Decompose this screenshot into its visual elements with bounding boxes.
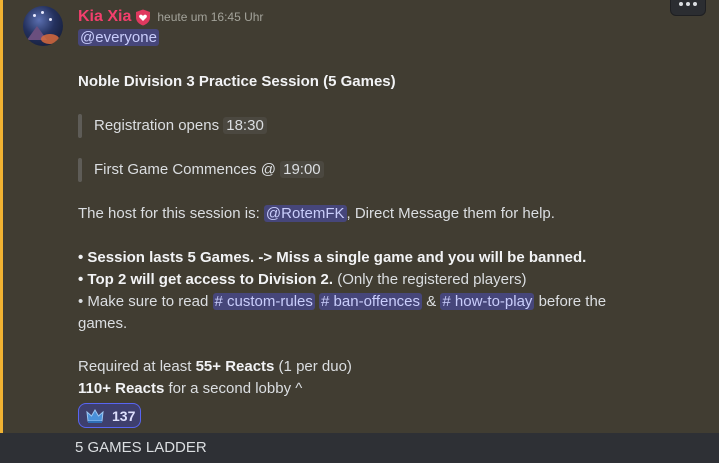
crown-emoji-icon xyxy=(86,408,104,423)
bullet-line: • Session lasts 5 Games. -> Miss a singl… xyxy=(78,247,586,269)
timestamp: heute um 16:45 Uhr xyxy=(157,10,264,24)
lobby-suffix: for a second lobby ^ xyxy=(164,380,303,397)
everyone-line: @everyone xyxy=(78,27,159,49)
quote-registration: Registration opens 18:30 xyxy=(94,115,267,137)
dot-icon xyxy=(686,2,690,6)
required-line: Required at least 55+ Reacts (1 per duo) xyxy=(78,356,352,378)
dot-icon xyxy=(679,2,683,6)
required-count: 55+ Reacts xyxy=(195,358,275,375)
message-header: Kia Xia heute um 16:45 Uhr xyxy=(78,7,263,27)
host-suffix: , Direct Message them for help. xyxy=(346,205,555,222)
bullet-text-wrap: games. xyxy=(78,315,128,332)
bullet-note: (Only the registered players) xyxy=(333,271,527,288)
quote-bar xyxy=(78,158,82,182)
next-message-text: 5 GAMES LADDER xyxy=(75,439,207,456)
reaction-count: 137 xyxy=(112,407,136,424)
ampersand: & xyxy=(426,293,437,310)
time-code: 18:30 xyxy=(223,117,267,134)
bullet-text: Make sure to read xyxy=(87,293,209,310)
next-message: 5 GAMES LADDER xyxy=(0,433,719,463)
lobby-count: 110+ Reacts xyxy=(78,380,165,397)
bullet-text: Session lasts 5 Games. -> Miss a single … xyxy=(87,249,587,266)
quote-bar xyxy=(78,114,82,138)
lobby-line: 110+ Reacts for a second lobby ^ xyxy=(78,378,302,400)
host-line: The host for this session is: @RotemFK, … xyxy=(78,203,555,225)
channel-ban-offences[interactable]: # ban-offences xyxy=(319,293,423,310)
quote-text: Registration opens xyxy=(94,117,220,134)
required-suffix: (1 per duo) xyxy=(274,358,352,375)
channel-how-to-play[interactable]: # how-to-play xyxy=(440,293,535,310)
message-highlighted: Kia Xia heute um 16:45 Uhr @everyone Nob… xyxy=(0,0,719,433)
message-title: Noble Division 3 Practice Session (5 Gam… xyxy=(78,73,396,90)
avatar[interactable] xyxy=(23,6,63,46)
host-prefix: The host for this session is: xyxy=(78,205,260,222)
channel-custom-rules[interactable]: # custom-rules xyxy=(212,293,315,310)
reaction-button[interactable]: 137 xyxy=(78,403,141,428)
bullet: • xyxy=(78,271,88,288)
mention-everyone[interactable]: @everyone xyxy=(78,29,159,46)
quote-text: First Game Commences @ xyxy=(94,161,276,178)
required-prefix: Required at least xyxy=(78,358,196,375)
more-options-button[interactable] xyxy=(670,0,706,16)
mention-host[interactable]: @RotemFK xyxy=(263,205,347,222)
dot-icon xyxy=(693,2,697,6)
bullet-line: • Make sure to read # custom-rules # ban… xyxy=(78,291,606,313)
quote-first-game: First Game Commences @ 19:00 xyxy=(94,159,324,181)
bullet-text-end: before the xyxy=(538,293,607,310)
time-code: 19:00 xyxy=(280,161,324,178)
bullet-text: Top 2 will get access to Division 2. xyxy=(87,271,334,288)
bullet: • xyxy=(78,249,88,266)
username[interactable]: Kia Xia xyxy=(78,8,131,26)
bullet-line: • Top 2 will get access to Division 2. (… xyxy=(78,269,526,291)
shield-heart-icon[interactable] xyxy=(135,9,151,26)
bullet-wrap: games. xyxy=(78,313,127,335)
title-line: Noble Division 3 Practice Session (5 Gam… xyxy=(78,71,396,93)
bullet: • xyxy=(78,293,88,310)
